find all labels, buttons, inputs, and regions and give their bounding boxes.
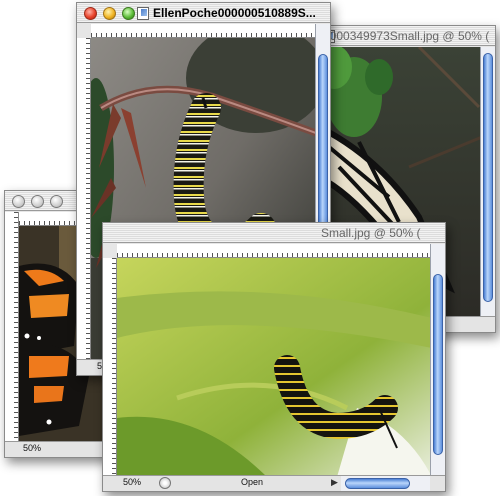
close-icon[interactable]	[84, 7, 97, 20]
horizontal-scrollbar[interactable]	[341, 476, 430, 491]
zoom-icon[interactable]	[122, 7, 135, 20]
vertical-scrollbar[interactable]	[430, 244, 445, 475]
status-menu-icon[interactable]	[159, 477, 171, 489]
image-window-front[interactable]: Small.jpg @ 50% ( 50% Open ▶	[102, 222, 446, 492]
status-bar: 50% Open ▶	[103, 475, 445, 491]
window-title: Small.jpg @ 50% (	[321, 226, 421, 240]
window-controls	[12, 195, 63, 208]
title-bar[interactable]: EllenPoche000000510889S...	[77, 3, 330, 23]
leaf-caterpillar-photo	[117, 258, 430, 475]
window-controls	[84, 7, 135, 20]
status-arrow-icon[interactable]: ▶	[331, 477, 338, 488]
title-bar[interactable]: 0000349973Small.jpg @ 50% (	[319, 26, 495, 46]
window-title: EllenPoche000000510889S...	[153, 6, 316, 20]
vertical-scroll-thumb[interactable]	[483, 53, 493, 302]
minimize-icon[interactable]	[103, 7, 116, 20]
zoom-level[interactable]: 50%	[123, 477, 141, 487]
zoom-level[interactable]: 50%	[23, 443, 41, 453]
horizontal-ruler	[117, 244, 430, 258]
close-icon[interactable]	[12, 195, 25, 208]
title-bar[interactable]: Small.jpg @ 50% (	[103, 223, 445, 243]
horizontal-ruler	[91, 24, 315, 38]
horizontal-scroll-thumb[interactable]	[345, 478, 410, 489]
vertical-scrollbar[interactable]	[480, 47, 495, 316]
image-canvas[interactable]	[117, 258, 430, 475]
minimize-icon[interactable]	[31, 195, 44, 208]
vertical-ruler	[77, 38, 91, 359]
vertical-ruler	[103, 258, 117, 475]
vertical-scroll-thumb[interactable]	[433, 274, 443, 455]
vertical-ruler	[5, 212, 19, 441]
zoom-icon[interactable]	[50, 195, 63, 208]
document-icon	[137, 7, 149, 20]
window-title: 0000349973Small.jpg @ 50% (	[323, 29, 490, 43]
status-text: Open	[241, 477, 264, 487]
